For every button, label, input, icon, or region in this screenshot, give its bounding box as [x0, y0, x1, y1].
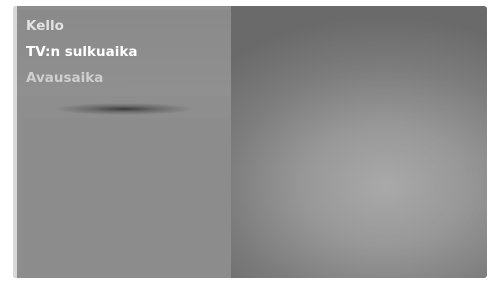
settings-panel: Kello TV:n sulkuaika Avausaika — [17, 6, 231, 278]
menu-list: Kello TV:n sulkuaika Avausaika — [17, 10, 231, 96]
tv-screen: Kello TV:n sulkuaika Avausaika — [13, 6, 487, 278]
menu-divider — [17, 100, 231, 118]
menu-item-clock[interactable]: Kello — [26, 15, 64, 37]
menu-item-sleep-timer[interactable]: TV:n sulkuaika — [26, 41, 137, 63]
submenu-area — [23, 118, 231, 278]
menu-item-on-timer[interactable]: Avausaika — [26, 67, 103, 89]
